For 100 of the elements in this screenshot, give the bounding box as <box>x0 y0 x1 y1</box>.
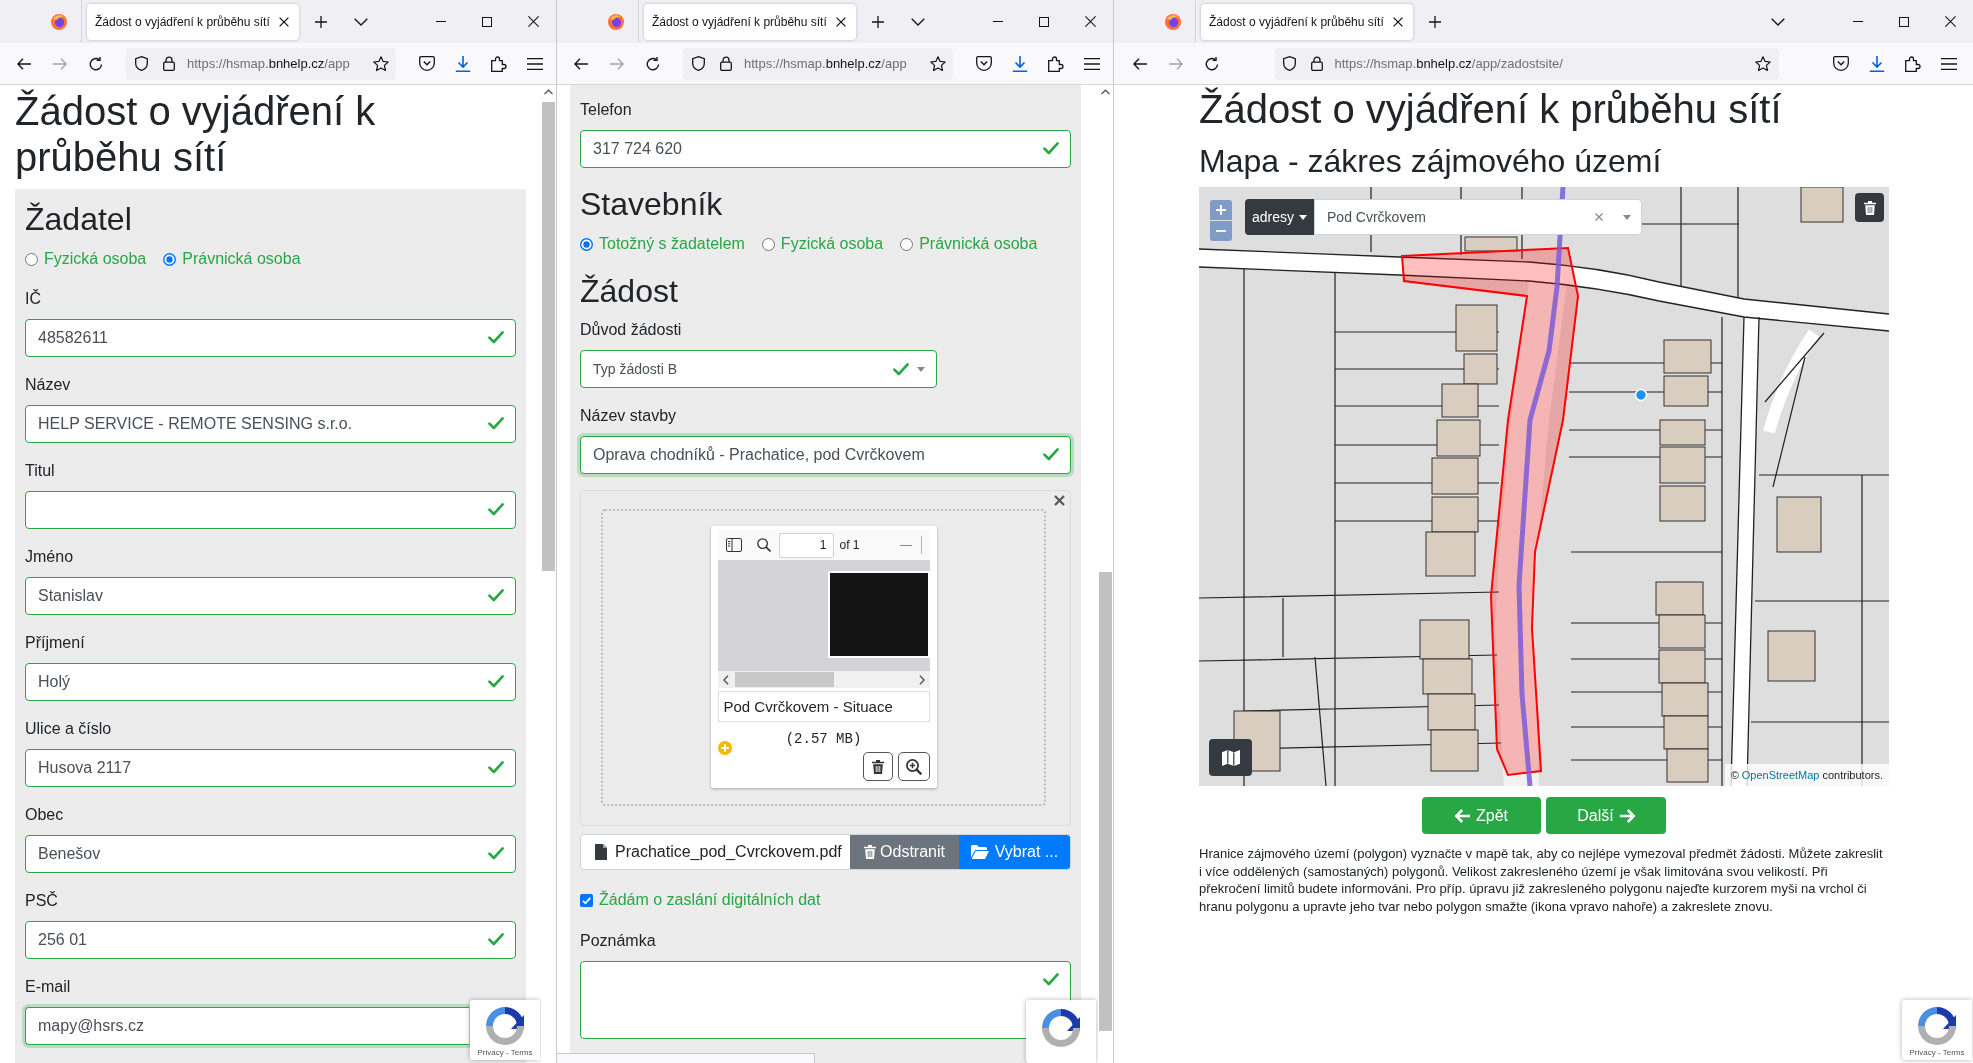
reload-icon[interactable] <box>89 56 103 71</box>
delete-button[interactable] <box>862 752 893 781</box>
input-field[interactable]: 256 01 <box>25 921 516 959</box>
close-icon[interactable] <box>1393 16 1403 27</box>
download-icon[interactable] <box>455 55 471 72</box>
back-arrow-icon[interactable] <box>1133 57 1147 70</box>
cadastral-map-drawing[interactable] <box>1199 187 1889 786</box>
shield-icon[interactable] <box>692 56 705 71</box>
area-polygon[interactable] <box>1400 246 1579 777</box>
attribution-link[interactable]: OpenStreetMap <box>1741 766 1820 784</box>
input-field[interactable]: Holý <box>25 663 516 701</box>
input-field[interactable]: Oprava chodníků - Prachatice, pod Cvrčkovem <box>580 436 1071 474</box>
radio-icon[interactable] <box>163 252 177 266</box>
reload-icon[interactable] <box>646 56 660 71</box>
menu-icon[interactable] <box>527 57 543 70</box>
zoom-button[interactable] <box>897 752 930 781</box>
menu-icon[interactable] <box>1941 57 1957 70</box>
input-field[interactable]: HELP SERVICE - REMOTE SENSING s.r.o. <box>25 405 516 443</box>
browse-button[interactable]: Vybrat ... <box>959 835 1070 869</box>
puzzle-piece-icon[interactable] <box>491 55 507 72</box>
minus-icon[interactable] <box>899 544 912 546</box>
lock-icon[interactable] <box>1310 56 1323 71</box>
input-field[interactable]: Benešov <box>25 835 516 873</box>
input-field[interactable]: 317 724 620 <box>580 130 1071 168</box>
page-title: Žádost o vyjádření k průběhu sítí <box>15 88 377 180</box>
menu-icon[interactable] <box>1084 57 1100 70</box>
lock-icon[interactable] <box>163 56 175 71</box>
chevron-down-icon[interactable] <box>1771 17 1785 26</box>
radio-icon[interactable] <box>761 237 775 251</box>
map-layers-button[interactable] <box>1209 739 1252 776</box>
chevron-up-icon[interactable] <box>1101 89 1110 95</box>
chevron-down-icon[interactable] <box>911 17 925 26</box>
shield-icon[interactable] <box>135 56 148 71</box>
close-icon[interactable] <box>1054 495 1065 506</box>
url-field[interactable]: https://hsmap.bnhelp.cz/app <box>683 47 953 80</box>
browser-logo-icon <box>51 13 67 30</box>
maximize-icon[interactable] <box>482 16 492 27</box>
back-arrow-icon[interactable] <box>574 57 588 70</box>
close-icon[interactable] <box>836 16 846 27</box>
close-icon[interactable] <box>527 16 539 27</box>
privacy-terms-link[interactable]: Privacy - Terms <box>477 1048 533 1058</box>
scrollbar-thumb[interactable] <box>1099 572 1112 1031</box>
input-field[interactable]: Husova 2117 <box>25 749 516 787</box>
star-icon[interactable] <box>373 55 389 72</box>
delete-button[interactable] <box>1855 193 1884 222</box>
url-field[interactable]: https://hsmap.bnhelp.cz/app <box>126 47 396 80</box>
star-icon[interactable] <box>930 55 946 72</box>
caption-field[interactable]: Pod Cvrčkovem - Situace <box>717 691 930 722</box>
chevron-right-icon[interactable] <box>918 674 925 685</box>
pocket-icon[interactable] <box>1833 56 1849 71</box>
radio-icon[interactable] <box>580 237 593 251</box>
input-field[interactable]: mapy@hsrs.cz <box>25 1007 469 1045</box>
input-field[interactable]: 48582611 <box>25 319 516 357</box>
radio-icon[interactable] <box>25 252 38 266</box>
chevron-up-icon[interactable] <box>544 89 553 95</box>
back-arrow-icon[interactable] <box>17 57 31 70</box>
note-field[interactable] <box>580 961 1071 1039</box>
scrollbar-thumb[interactable] <box>542 102 555 571</box>
page-number-field[interactable]: 1 <box>778 532 834 558</box>
maximize-icon[interactable] <box>1899 16 1909 27</box>
input-field[interactable] <box>25 491 516 529</box>
search-scope-dropdown[interactable]: adresy <box>1245 199 1315 235</box>
search-icon[interactable] <box>756 538 771 552</box>
zoom-in-button[interactable] <box>1210 200 1232 220</box>
chevron-down-icon[interactable] <box>354 17 368 26</box>
url-field[interactable]: https://hsmap.bnhelp.cz/app/zadostsite/ <box>1274 47 1779 80</box>
scrollbar-thumb[interactable] <box>734 672 834 687</box>
pocket-icon[interactable] <box>419 56 435 71</box>
browser-tab[interactable]: Žádost o vyjádření k průběhu sítí <box>1201 3 1413 40</box>
radio-icon[interactable] <box>900 237 914 251</box>
plus-icon[interactable] <box>1429 15 1441 28</box>
download-icon[interactable] <box>1869 55 1885 72</box>
browser-tab[interactable]: Žádost o vyjádření k průběhu sítí <box>87 3 299 40</box>
shield-icon[interactable] <box>1282 56 1296 71</box>
address-search-field[interactable]: Pod Cvrčkovem <box>1314 199 1643 235</box>
close-icon[interactable] <box>1084 16 1096 27</box>
chevron-left-icon[interactable] <box>722 674 729 685</box>
select-field[interactable]: Typ žádosti B <box>580 350 937 388</box>
star-icon[interactable] <box>1754 55 1771 72</box>
plus-icon[interactable] <box>872 15 884 28</box>
download-icon[interactable] <box>1012 55 1028 72</box>
puzzle-piece-icon[interactable] <box>1048 55 1064 72</box>
zoom-out-button[interactable] <box>1210 221 1232 241</box>
checkbox-icon[interactable] <box>580 893 593 907</box>
horizontal-scrollbar[interactable] <box>717 671 930 688</box>
maximize-icon[interactable] <box>1039 16 1049 27</box>
sidebar-toggle-icon[interactable] <box>725 538 742 552</box>
close-icon[interactable] <box>1944 16 1956 27</box>
remove-button[interactable]: Odstranit <box>850 835 959 869</box>
browser-tab[interactable]: Žádost o vyjádření k průběhu sítí <box>644 3 856 40</box>
input-field[interactable]: Stanislav <box>25 577 516 615</box>
reload-icon[interactable] <box>1205 56 1219 71</box>
puzzle-piece-icon[interactable] <box>1905 55 1921 72</box>
lock-icon[interactable] <box>720 56 732 71</box>
clear-icon[interactable] <box>1595 213 1604 221</box>
close-icon[interactable] <box>279 16 289 27</box>
privacy-terms-link[interactable]: Privacy - Terms <box>1909 1048 1965 1058</box>
point-marker-icon[interactable] <box>1634 388 1648 402</box>
plus-icon[interactable] <box>315 15 327 28</box>
pocket-icon[interactable] <box>976 56 992 71</box>
